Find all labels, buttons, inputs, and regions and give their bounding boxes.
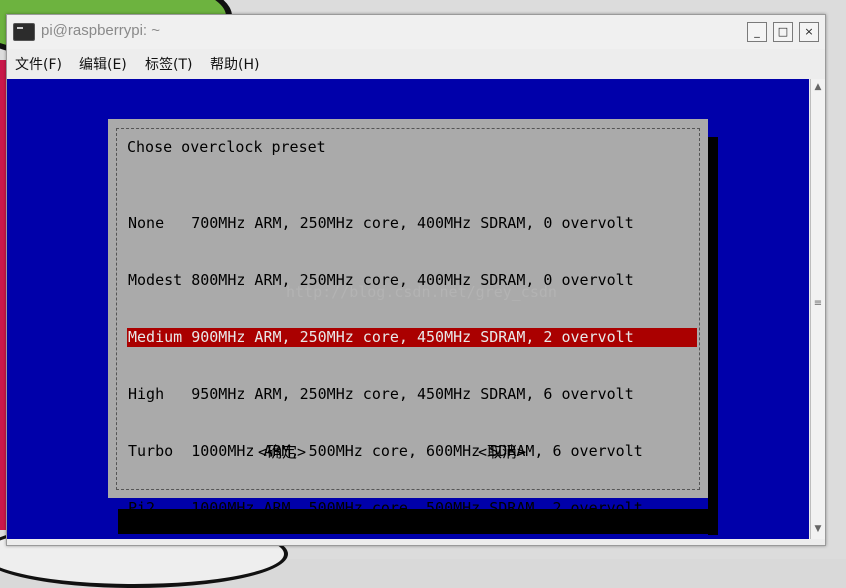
menu-bar: 文件(F) 编辑(E) 标签(T) 帮助(H) xyxy=(7,49,825,77)
preset-option-turbo[interactable]: Turbo 1000MHz ARM, 500MHz core, 600MHz S… xyxy=(127,442,697,461)
preset-option-high[interactable]: High 950MHz ARM, 250MHz core, 450MHz SDR… xyxy=(127,385,697,404)
terminal-icon xyxy=(13,23,35,41)
maximize-button[interactable]: □ xyxy=(773,22,793,42)
preset-option-pi2[interactable]: Pi2 1000MHz ARM, 500MHz core, 500MHz SDR… xyxy=(127,499,697,518)
minimize-button[interactable]: _ xyxy=(747,22,767,42)
dialog-shadow-side xyxy=(708,137,718,535)
ok-button[interactable]: <确定> xyxy=(258,441,306,462)
window-title: pi@raspberrypi: ~ xyxy=(41,22,161,39)
terminal-window: pi@raspberrypi: ~ _ □ × 文件(F) 编辑(E) 标签(T… xyxy=(6,14,826,546)
preset-list: None 700MHz ARM, 250MHz core, 400MHz SDR… xyxy=(127,176,697,556)
dialog-title: Chose overclock preset xyxy=(127,138,326,156)
preset-option-none[interactable]: None 700MHz ARM, 250MHz core, 400MHz SDR… xyxy=(127,214,697,233)
watermark: http://blog.csdn.net/grey_csdn xyxy=(286,283,557,301)
terminal-area[interactable]: Chose overclock preset None 700MHz ARM, … xyxy=(7,79,809,539)
overclock-dialog: Chose overclock preset None 700MHz ARM, … xyxy=(108,119,708,517)
vertical-scrollbar[interactable]: ▲ ≡ ▼ xyxy=(810,79,825,539)
close-button[interactable]: × xyxy=(799,22,819,42)
title-bar[interactable]: pi@raspberrypi: ~ _ □ × xyxy=(7,15,825,49)
menu-edit[interactable]: 编辑(E) xyxy=(79,54,127,74)
scroll-up-icon[interactable]: ▲ xyxy=(812,81,824,93)
scroll-down-icon[interactable]: ▼ xyxy=(812,523,824,535)
scroll-thumb[interactable]: ≡ xyxy=(813,299,823,309)
menu-tabs[interactable]: 标签(T) xyxy=(145,54,192,74)
preset-option-medium[interactable]: Medium 900MHz ARM, 250MHz core, 450MHz S… xyxy=(127,328,697,347)
menu-file[interactable]: 文件(F) xyxy=(15,54,62,74)
menu-help[interactable]: 帮助(H) xyxy=(210,54,259,74)
cancel-button[interactable]: <取消> xyxy=(478,441,526,462)
